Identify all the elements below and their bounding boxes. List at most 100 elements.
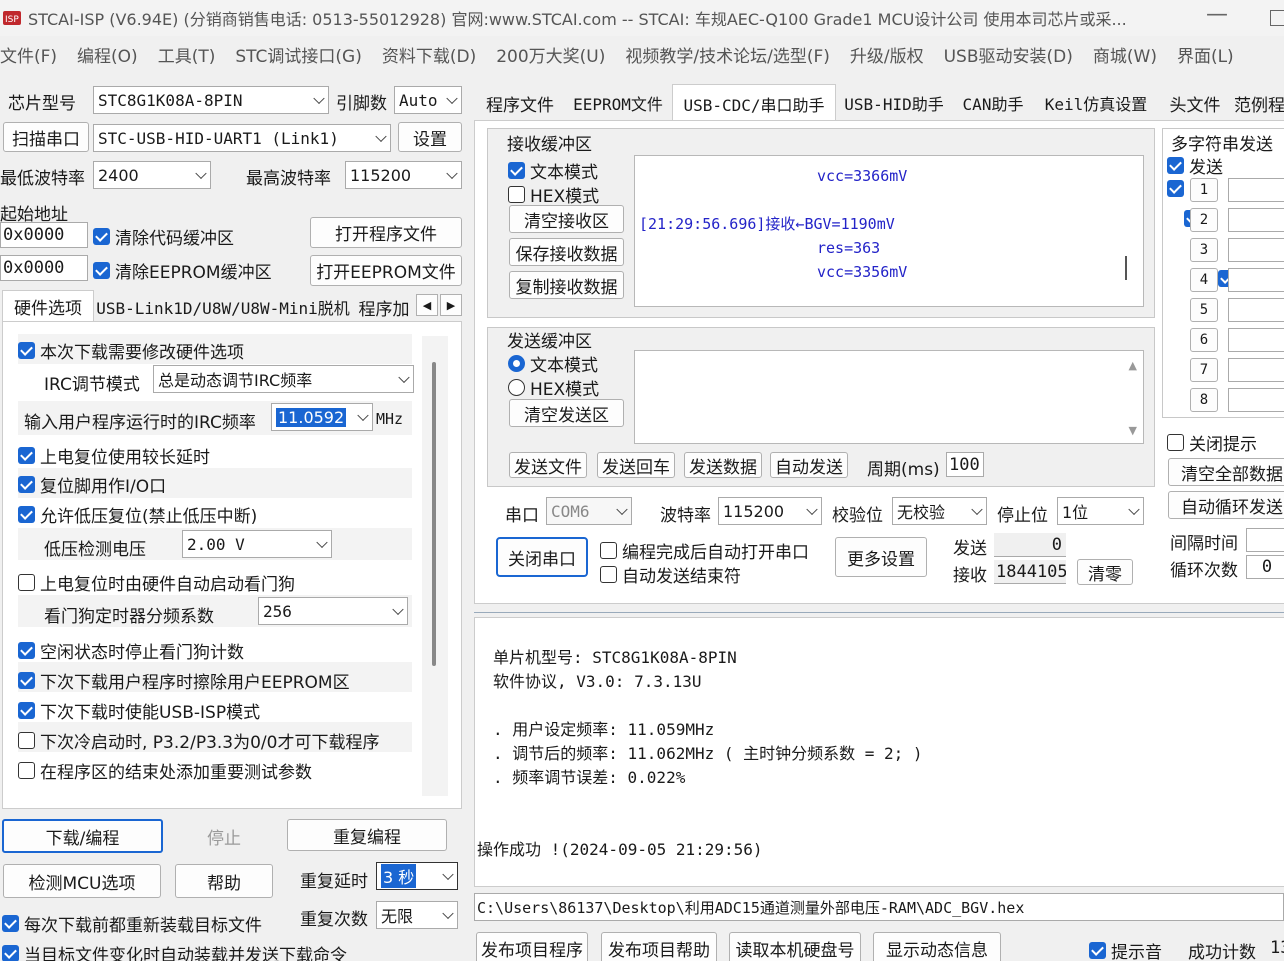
cold-boot-checkbox[interactable]: 下次冷启动时, P3.2/P3.3为0/0才可下载程序: [18, 728, 379, 753]
publish-help-button[interactable]: 发布项目帮助: [601, 932, 717, 961]
sound-checkbox[interactable]: 提示音: [1089, 938, 1162, 961]
multi-item-send-button[interactable]: 7: [1190, 358, 1218, 382]
options-scroll-thumb[interactable]: [432, 362, 436, 666]
tab-usb-hid[interactable]: USB-HID助手: [838, 86, 950, 120]
show-dynamic-info-button[interactable]: 显示动态信息: [873, 932, 1001, 961]
auto-send-button[interactable]: 自动发送: [770, 452, 848, 478]
lvd-voltage-select[interactable]: 2.00 V: [182, 530, 332, 558]
lvd-reset-checkbox[interactable]: 允许低压复位(禁止低压中断): [18, 502, 257, 527]
publish-program-button[interactable]: 发布项目程序: [476, 932, 588, 961]
send-text-area[interactable]: ▲ ▼: [634, 350, 1144, 444]
menu-program[interactable]: 编程(O): [77, 42, 138, 67]
modify-hardware-checkbox[interactable]: 本次下载需要修改硬件选项: [18, 338, 244, 363]
tab-examples[interactable]: 范例程: [1234, 86, 1284, 120]
send-text-mode-radio[interactable]: 文本模式: [508, 351, 598, 376]
scroll-up-icon[interactable]: ▲: [1129, 359, 1137, 372]
stop-bits-select[interactable]: 1位: [1057, 497, 1144, 525]
detect-mcu-options-button[interactable]: 检测MCU选项: [3, 864, 161, 898]
repeat-delay-select[interactable]: 3 秒: [376, 862, 458, 890]
minimize-icon[interactable]: —: [1206, 2, 1228, 27]
usb-isp-checkbox[interactable]: 下次下载时使能USB-ISP模式: [18, 698, 260, 723]
download-program-button[interactable]: 下载/编程: [2, 819, 163, 853]
menu-interface[interactable]: 界面(L): [1177, 42, 1234, 67]
tab-scroll-left-icon[interactable]: ◀: [416, 294, 438, 316]
multi-item-send-button[interactable]: 4: [1190, 268, 1218, 292]
scroll-down-icon[interactable]: ▼: [1129, 424, 1137, 437]
maximize-icon[interactable]: [1270, 10, 1284, 26]
send-cr-button[interactable]: 发送回车: [597, 452, 675, 478]
send-file-button[interactable]: 发送文件: [509, 452, 587, 478]
baud-select[interactable]: 115200: [718, 497, 822, 525]
send-data-button[interactable]: 发送数据: [684, 452, 762, 478]
tab-hardware-options[interactable]: 硬件选项: [2, 290, 94, 322]
clear-count-button[interactable]: 清零: [1077, 559, 1133, 585]
multi-item-checkbox[interactable]: [1167, 180, 1184, 197]
power-delay-checkbox[interactable]: 上电复位使用较长延时: [18, 443, 210, 468]
idle-wdt-stop-checkbox[interactable]: 空闲状态时停止看门狗计数: [18, 638, 244, 663]
tab-scroll-right-icon[interactable]: ▶: [440, 294, 462, 316]
erase-eeprom-checkbox[interactable]: 下次下载用户程序时擦除用户EEPROM区: [18, 668, 350, 693]
clear-code-checkbox[interactable]: 清除代码缓冲区: [93, 224, 234, 249]
interval-input[interactable]: [1246, 528, 1284, 552]
auto-end-char-checkbox[interactable]: 自动发送结束符: [600, 562, 741, 587]
receive-text-area[interactable]: vcc=3366mV [21:29:56.696]接收←BGV=1190mV r…: [634, 155, 1144, 307]
menu-file[interactable]: 文件(F): [0, 42, 57, 67]
settings-button[interactable]: 设置: [398, 122, 462, 152]
multi-item-input[interactable]: [1228, 178, 1284, 202]
multi-item-input[interactable]: [1228, 268, 1284, 292]
recv-hex-mode-checkbox[interactable]: HEX模式: [508, 182, 599, 207]
code-address-input[interactable]: 0x0000: [0, 222, 88, 248]
tab-usb-cdc-serial[interactable]: USB-CDC/串口助手: [672, 84, 836, 122]
hardware-wdt-checkbox[interactable]: 上电复位时由硬件自动启动看门狗: [18, 570, 295, 595]
repeat-count-select[interactable]: 无限: [376, 901, 458, 929]
reset-pin-io-checkbox[interactable]: 复位脚用作I/O口: [18, 472, 166, 497]
tab-header-file[interactable]: 头文件: [1160, 86, 1230, 120]
chip-type-select[interactable]: STC8G1K08A-8PIN: [93, 86, 329, 114]
multi-item-send-button[interactable]: 8: [1190, 388, 1218, 412]
irc-mode-select[interactable]: 总是动态调节IRC频率: [153, 365, 414, 393]
auto-reload-checkbox[interactable]: 当目标文件变化时自动装载并发送下载命令: [2, 941, 347, 961]
auto-loop-send-button[interactable]: 自动循环发送: [1168, 491, 1284, 519]
multi-item-send-button[interactable]: 1: [1190, 178, 1218, 202]
irc-frequency-select[interactable]: 11.0592: [271, 403, 373, 431]
eeprom-address-input[interactable]: 0x0000: [0, 255, 88, 281]
min-baud-select[interactable]: 2400: [93, 161, 211, 189]
tab-usb-link-offline[interactable]: USB-Link1D/U8W/U8W-Mini脱机: [96, 292, 350, 322]
multi-item-input[interactable]: [1228, 358, 1284, 382]
clear-all-data-button[interactable]: 清空全部数据: [1168, 458, 1284, 486]
port-select[interactable]: STC-USB-HID-UART1 (Link1): [93, 124, 391, 152]
send-hex-mode-radio[interactable]: HEX模式: [508, 375, 599, 400]
clear-receive-button[interactable]: 清空接收区: [509, 205, 624, 233]
clear-send-button[interactable]: 清空发送区: [509, 399, 624, 427]
clear-eeprom-checkbox[interactable]: 清除EEPROM缓冲区: [93, 258, 272, 283]
reprogram-button[interactable]: 重复编程: [287, 819, 447, 851]
close-hint-checkbox[interactable]: 关闭提示: [1167, 430, 1257, 455]
read-disk-id-button[interactable]: 读取本机硬盘号: [729, 932, 861, 961]
reload-each-checkbox[interactable]: 每次下载前都重新装载目标文件: [2, 911, 262, 936]
multi-item-send-button[interactable]: 5: [1190, 298, 1218, 322]
menu-store[interactable]: 商城(W): [1093, 42, 1157, 67]
multi-item-input[interactable]: [1228, 208, 1284, 232]
menu-downloads[interactable]: 资料下载(D): [382, 42, 476, 67]
stop-button[interactable]: 停止: [173, 821, 275, 851]
test-param-checkbox[interactable]: 在程序区的结束处添加重要测试参数: [18, 758, 312, 783]
multi-item-input[interactable]: [1228, 328, 1284, 352]
tab-program-file[interactable]: 程序文件: [476, 86, 564, 120]
menu-prize[interactable]: 200万大奖(U): [496, 42, 605, 67]
tab-eeprom-file[interactable]: EEPROM文件: [566, 86, 670, 120]
receive-scroll-thumb[interactable]: [1125, 256, 1127, 280]
more-settings-button[interactable]: 更多设置: [835, 537, 927, 577]
multi-item-send-button[interactable]: 6: [1190, 328, 1218, 352]
open-program-file-button[interactable]: 打开程序文件: [310, 217, 462, 248]
menu-usb-driver[interactable]: USB驱动安装(D): [944, 42, 1073, 67]
serial-port-select[interactable]: COM6: [546, 497, 632, 525]
open-eeprom-file-button[interactable]: 打开EEPROM文件: [310, 255, 462, 286]
copy-receive-button[interactable]: 复制接收数据: [509, 271, 624, 299]
max-baud-select[interactable]: 115200: [345, 161, 462, 189]
tab-can[interactable]: CAN助手: [954, 86, 1032, 120]
menu-upgrade[interactable]: 升级/版权: [850, 42, 924, 67]
menu-debug-interface[interactable]: STC调试接口(G): [235, 42, 362, 67]
multi-item-input[interactable]: [1228, 238, 1284, 262]
wdt-divider-select[interactable]: 256: [258, 597, 408, 625]
splitter[interactable]: [474, 612, 1284, 614]
